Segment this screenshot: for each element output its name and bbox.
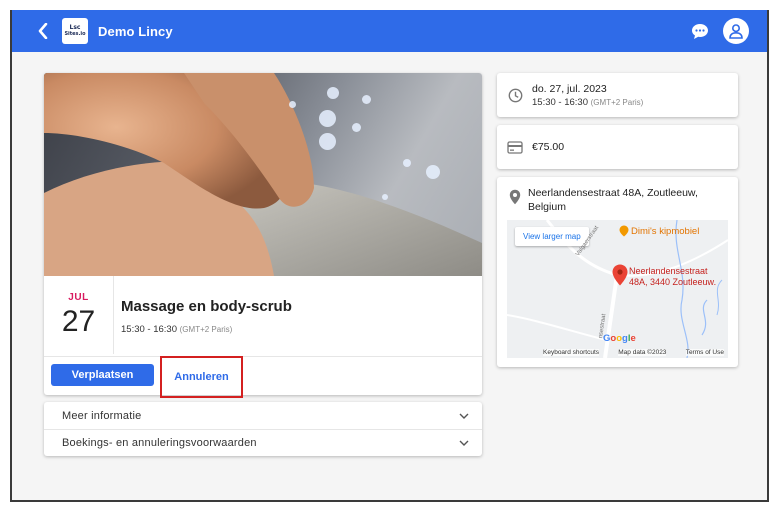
chevron-down-icon [458, 410, 470, 422]
top-bar: Lsc Sites.io Demo Lincy [12, 10, 767, 52]
clock-icon [507, 87, 523, 103]
location-card: Neerlandensestraat 48A, Zoutleeuw, Belgi… [497, 177, 738, 367]
event-time-range: 15:30 - 16:30 [121, 324, 177, 335]
map-marker-icon [612, 264, 628, 286]
chat-icon [692, 23, 708, 39]
marker-label-line2: 48A, 3440 Zoutleeuw. [629, 277, 717, 287]
user-icon [729, 24, 743, 39]
info-accordion: Meer informatie Boekings- en annulerings… [44, 402, 482, 456]
location-pin-icon [507, 189, 523, 205]
google-logo: Google [603, 333, 636, 344]
booking-date: do. 27, jul. 2023 [532, 83, 607, 95]
marker-label: Neerlandensestraat 48A, 3440 Zoutleeuw. [629, 266, 716, 288]
chevron-down-icon [458, 437, 470, 449]
map-data-label: Map data ©2023 [618, 349, 667, 356]
event-time: 15:30 - 16:30 (GMT+2 Paris) [121, 324, 232, 335]
view-larger-map-link[interactable]: View larger map [515, 227, 589, 246]
user-avatar-button[interactable] [723, 18, 749, 44]
logo-line2: Sites.io [64, 31, 86, 37]
event-timezone: (GMT+2 Paris) [179, 325, 233, 334]
back-button[interactable] [28, 10, 58, 52]
credit-card-icon [507, 139, 523, 155]
cancel-button[interactable]: Annuleren [160, 356, 243, 398]
price-value: €75.00 [532, 141, 565, 153]
booking-time: 15:30 - 16:30 (GMT+2 Paris) [532, 97, 643, 108]
marker-label-line1: Neerlandensestraat [629, 266, 708, 276]
poi-label: Dimi's kipmobiel [631, 226, 700, 237]
map-attribution: Keyboard shortcuts Map data ©2023 Terms … [507, 349, 728, 356]
chat-button[interactable] [689, 20, 711, 42]
location-address: Neerlandensestraat 48A, Zoutleeuw, Belgi… [528, 187, 698, 213]
event-month: JUL [68, 292, 89, 303]
app-frame: Lsc Sites.io Demo Lincy JUL 27 Massage e… [10, 10, 769, 502]
accordion-label: Meer informatie [62, 409, 142, 422]
top-bar-actions [689, 18, 749, 44]
keyboard-shortcuts-link[interactable]: Keyboard shortcuts [543, 349, 600, 356]
location-map[interactable]: View larger map Dimi's kipmobiel Neerlan… [507, 220, 728, 358]
event-date-block: JUL 27 [44, 276, 114, 354]
accordion-label: Boekings- en annuleringsvoorwaarden [62, 437, 257, 449]
divider [44, 356, 482, 357]
price-card: €75.00 [497, 125, 738, 169]
datetime-card: do. 27, jul. 2023 15:30 - 16:30 (GMT+2 P… [497, 73, 738, 117]
event-title: Massage en body-scrub [121, 298, 292, 315]
reschedule-button[interactable]: Verplaatsen [51, 364, 154, 386]
chevron-left-icon [38, 23, 48, 39]
terms-link[interactable]: Terms of Use [685, 349, 724, 356]
app-title: Demo Lincy [98, 23, 173, 39]
brand-logo: Lsc Sites.io [62, 18, 88, 44]
booking-timezone: (GMT+2 Paris) [590, 98, 644, 107]
accordion-terms[interactable]: Boekings- en annuleringsvoorwaarden [44, 429, 482, 456]
event-photo [44, 73, 482, 276]
restaurant-icon [619, 225, 629, 237]
booking-time-range: 15:30 - 16:30 [532, 97, 588, 108]
event-card: JUL 27 Massage en body-scrub 15:30 - 16:… [44, 73, 482, 398]
logo-line1: Lsc [69, 24, 81, 31]
event-day: 27 [61, 305, 96, 338]
accordion-more-info[interactable]: Meer informatie [44, 402, 482, 429]
